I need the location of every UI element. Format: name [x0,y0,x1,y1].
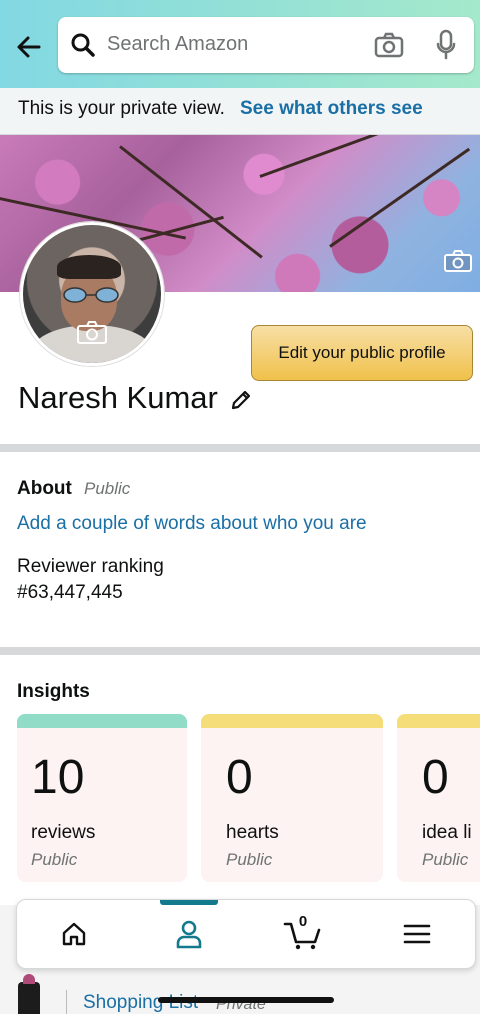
back-arrow-icon[interactable] [12,30,46,64]
insight-visibility: Public [422,850,469,869]
insight-visibility: Public [31,850,78,869]
edit-public-profile-button[interactable]: Edit your public profile [251,325,473,381]
tab-home[interactable] [34,900,114,968]
add-bio-link[interactable]: Add a couple of words about who you are [17,513,367,535]
avatar-sunglasses [63,287,119,303]
avatar[interactable] [20,222,164,366]
pencil-edit-icon[interactable] [229,388,253,412]
reviewer-ranking-label: Reviewer ranking [17,556,164,577]
branch-decoration [259,135,411,178]
search-icon [70,32,96,58]
insight-count: 0 [422,751,449,804]
insight-visibility: Public [226,850,273,869]
insight-card-idea-lists[interactable]: 0 idea li Public [397,714,480,882]
tab-menu[interactable] [377,900,457,968]
insight-count: 10 [31,751,85,804]
top-header: Search Amazon [0,0,480,88]
card-accent-bar [397,714,480,728]
card-accent-bar [201,714,383,728]
insight-label: reviews [31,822,96,843]
profile-name: Naresh Kumar [18,380,218,415]
home-icon [62,922,86,946]
shopping-list-link[interactable]: Shopping List [83,992,198,1014]
branch-decoration [329,147,471,248]
bottom-tab-bar: 0 [16,899,476,969]
card-accent-bar [17,714,187,728]
insight-count: 0 [226,751,253,804]
profile-icon [176,920,202,949]
about-heading: About [17,478,72,499]
cart-icon [283,922,321,950]
peek-divider [66,990,67,1014]
avatar-camera-icon[interactable] [77,320,107,344]
insight-card-reviews[interactable]: 10 reviews Public [17,714,187,882]
microphone-icon[interactable] [436,29,456,61]
camera-icon[interactable] [374,31,404,59]
about-visibility: Public [84,479,131,498]
insight-label: idea li [422,822,472,843]
list-product-thumbnail [18,974,40,1014]
private-view-text: This is your private view. [18,98,225,119]
search-input[interactable]: Search Amazon [107,33,248,56]
section-divider [0,444,480,452]
insights-heading: Insights [17,681,90,702]
tab-cart[interactable]: 0 [263,900,343,968]
insight-label: hearts [226,822,279,843]
cover-camera-icon[interactable] [444,250,472,272]
reviewer-ranking-value: #63,447,445 [17,582,123,603]
home-indicator [158,997,334,1003]
hamburger-menu-icon [403,924,431,944]
tab-profile[interactable] [149,900,229,968]
search-box[interactable]: Search Amazon [58,17,474,73]
avatar-hair [57,255,121,279]
private-view-banner: This is your private view. See what othe… [0,88,480,135]
see-what-others-see-link[interactable]: See what others see [240,98,423,120]
insight-card-hearts[interactable]: 0 hearts Public [201,714,383,882]
section-divider [0,647,480,655]
